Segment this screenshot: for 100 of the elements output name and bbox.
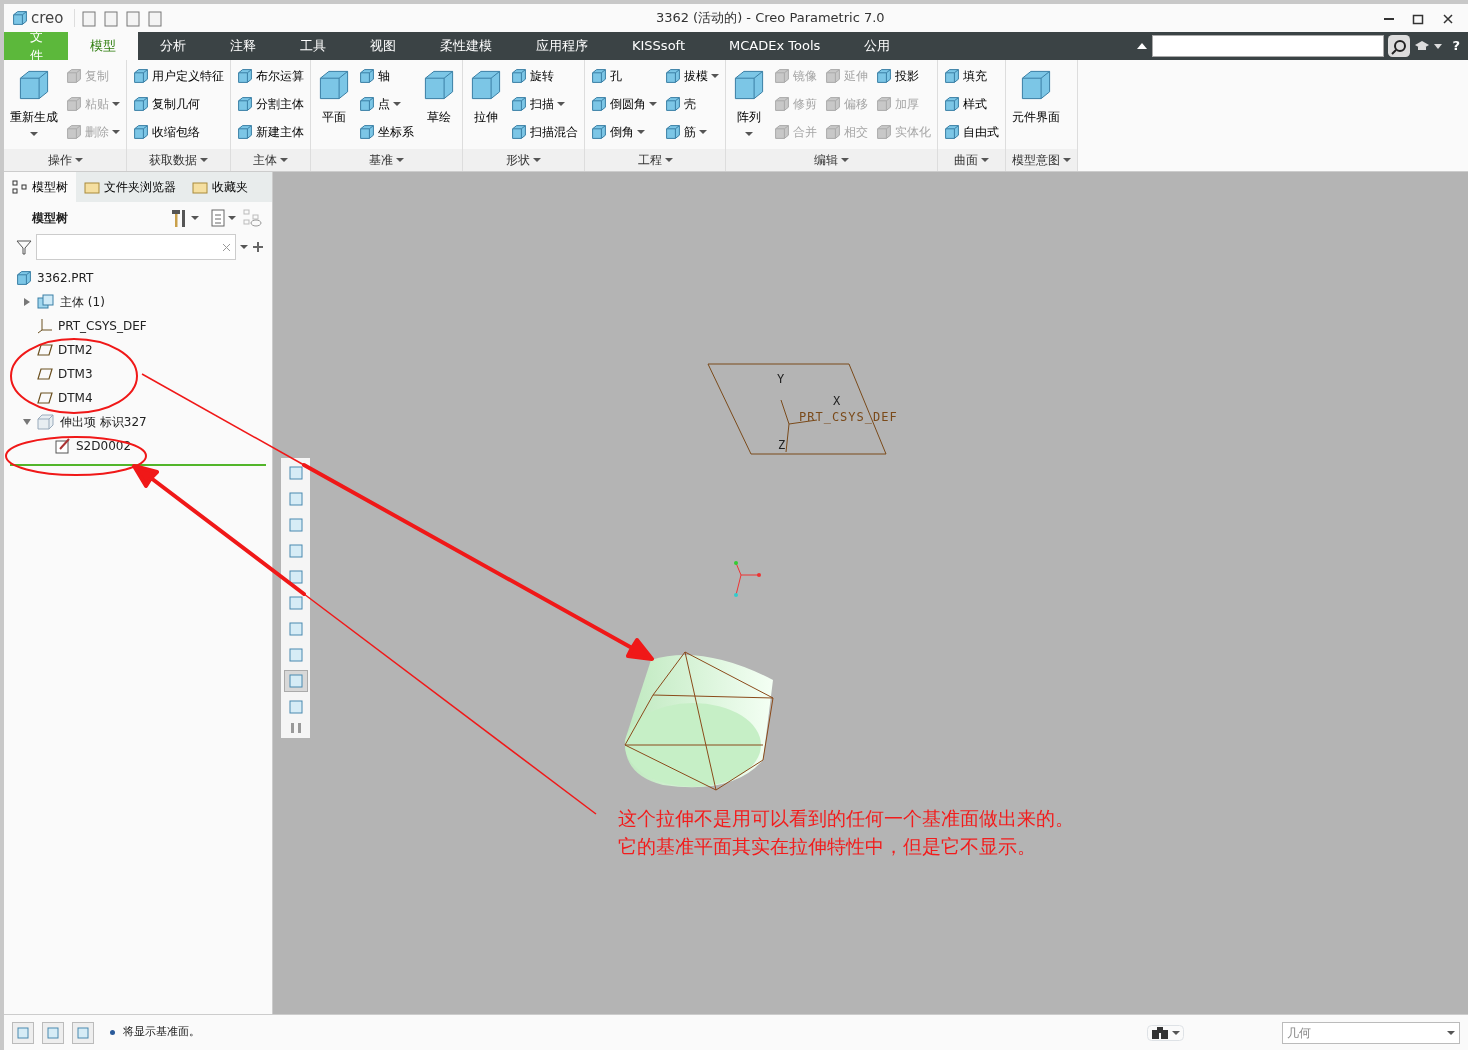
square-icon: [16, 1025, 30, 1040]
ribbon-button[interactable]: 平面: [315, 64, 353, 149]
cube-icon: [591, 68, 607, 84]
ribbon-button[interactable]: 新建主体: [235, 120, 306, 144]
ribbon-button[interactable]: 用户定义特征: [131, 64, 226, 88]
square-icon: [76, 1025, 90, 1040]
filter-field[interactable]: [36, 234, 236, 260]
ribbon-button[interactable]: 自由式: [942, 120, 1001, 144]
cube-icon: [876, 68, 892, 84]
ribbon-button[interactable]: 拔模: [663, 64, 721, 88]
ribbon-button[interactable]: 点: [357, 92, 416, 116]
ribbon-button[interactable]: 复制几何: [131, 92, 226, 116]
show-button[interactable]: [211, 209, 236, 227]
caret-icon: [841, 158, 849, 162]
square-icon: [287, 517, 304, 533]
ribbon-tab[interactable]: 工具: [278, 32, 348, 60]
annotation-text: 这个拉伸不是用可以看到的任何一个基准面做出来的。: [618, 806, 1074, 831]
ribbon-tab[interactable]: 应用程序: [514, 32, 610, 60]
caret-icon: [200, 158, 208, 162]
tree-item[interactable]: S2D0002: [76, 437, 132, 455]
ribbon-button[interactable]: 重新生成: [8, 64, 60, 149]
ribbon-button[interactable]: 筋: [663, 120, 721, 144]
tree-item[interactable]: DTM4: [58, 389, 93, 407]
ribbon-button[interactable]: 倒圆角: [589, 92, 659, 116]
mortarboard-icon: [1414, 40, 1431, 52]
group-menu[interactable]: 操作: [4, 149, 126, 171]
minimize-icon: [1384, 17, 1394, 20]
ribbon-button[interactable]: 分割主体: [235, 92, 306, 116]
ribbon-button[interactable]: 旋转: [509, 64, 580, 88]
view-tool-button[interactable]: [283, 670, 308, 692]
document-button[interactable]: [80, 9, 97, 27]
tree-item[interactable]: PRT_CSYS_DEF: [58, 317, 147, 335]
ribbon-button[interactable]: 拉伸: [467, 64, 505, 149]
ribbon-button[interactable]: 倒角: [589, 120, 659, 144]
settings-button[interactable]: [170, 208, 199, 228]
panel-tab[interactable]: 文件夹浏览器: [76, 172, 184, 202]
search-button[interactable]: [1388, 35, 1411, 57]
ribbon-button[interactable]: 壳: [663, 92, 721, 116]
group-menu[interactable]: 工程: [585, 149, 725, 171]
cube-icon: [237, 124, 253, 140]
ribbon-button[interactable]: 元件界面: [1010, 64, 1062, 149]
tree-item[interactable]: DTM3: [58, 365, 93, 383]
cube-icon: [591, 124, 607, 140]
ribbon-button[interactable]: 扫描混合: [509, 120, 580, 144]
ribbon-tab[interactable]: 注释: [208, 32, 278, 60]
find-button[interactable]: [1147, 1024, 1184, 1041]
ribbon-tab[interactable]: 分析: [138, 32, 208, 60]
group-menu[interactable]: 主体: [231, 149, 310, 171]
ribbon-tab[interactable]: 公用: [842, 32, 913, 60]
tree-item[interactable]: DTM2: [58, 341, 93, 359]
tree-item[interactable]: 3362.PRT: [37, 269, 94, 287]
filter-dropdown[interactable]: 几何: [1282, 1021, 1460, 1044]
panel-tab[interactable]: 收藏夹: [184, 172, 256, 202]
ribbon-tab[interactable]: 模型: [68, 32, 138, 60]
cube-icon: [16, 270, 32, 286]
cube-icon: [825, 68, 841, 84]
window-title: 3362 (活动的) - Creo Parametric 7.0: [654, 9, 886, 28]
ribbon-button[interactable]: 布尔运算: [235, 64, 306, 88]
ribbon-button[interactable]: 坐标系: [357, 120, 416, 144]
axis-label: Z: [778, 437, 786, 454]
tree-icon: [12, 180, 28, 194]
tree-item[interactable]: 伸出项 标识327: [60, 413, 147, 431]
parallelogram-icon: [37, 344, 53, 356]
ribbon-tab[interactable]: 柔性建模: [418, 32, 514, 60]
ribbon-tab[interactable]: MCADEx Tools: [707, 32, 843, 60]
clear-icon: [222, 242, 231, 252]
caret-icon: [699, 130, 707, 134]
command-search-field[interactable]: [1152, 35, 1385, 57]
ribbon-button[interactable]: 扫描: [509, 92, 580, 116]
help-icon[interactable]: ?: [1452, 36, 1460, 56]
ribbon-button[interactable]: 收缩包络: [131, 120, 226, 144]
square-icon: [287, 673, 304, 689]
group-menu[interactable]: 模型意图: [1006, 149, 1077, 171]
group-menu[interactable]: 获取数据: [127, 149, 230, 171]
square-button[interactable]: [72, 1021, 94, 1044]
ribbon-button[interactable]: 草绘: [420, 64, 458, 149]
cube-icon: [17, 68, 51, 102]
ribbon-tab[interactable]: KISSsoft: [610, 32, 708, 60]
group-menu[interactable]: 基准: [311, 149, 462, 171]
cube-icon: [511, 124, 527, 140]
cube-icon: [876, 124, 892, 140]
group-menu[interactable]: 编辑: [726, 149, 937, 171]
cube-icon: [66, 68, 82, 84]
ribbon-button[interactable]: 孔: [589, 64, 659, 88]
annotation-text: 它的基准平面其实在拉伸特性中，但是它不显示。: [618, 834, 1037, 859]
cubes-icon: [37, 294, 55, 310]
ribbon-button[interactable]: 轴: [357, 64, 416, 88]
ribbon-button[interactable]: 阵列: [730, 64, 768, 149]
cube-icon: [66, 124, 82, 140]
filter-icon: [16, 239, 32, 255]
group-menu[interactable]: 形状: [463, 149, 584, 171]
ribbon-button[interactable]: 样式: [942, 92, 1001, 116]
panel-tab[interactable]: 模型树: [4, 172, 76, 202]
tree-item[interactable]: 主体 (1): [60, 293, 105, 311]
group-menu[interactable]: 曲面: [938, 149, 1005, 171]
ribbon-button[interactable]: 投影: [874, 64, 933, 88]
csys-label: PRT_CSYS_DEF: [799, 409, 898, 426]
ribbon-button[interactable]: 填充: [942, 64, 1001, 88]
cube-icon: [774, 124, 790, 140]
ribbon-tab[interactable]: 视图: [348, 32, 418, 60]
